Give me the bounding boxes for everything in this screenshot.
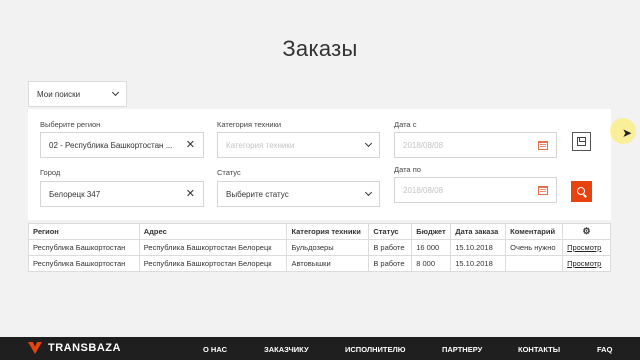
cell-region: Республика Башкортостан xyxy=(28,255,140,272)
cell-comment xyxy=(505,255,564,272)
table-row: Республика Башкортостан Республика Башко… xyxy=(28,239,611,256)
chevron-down-icon xyxy=(111,88,120,97)
table-header-row: Регион Адрес Категория техники Статус Бю… xyxy=(28,223,611,240)
status-label: Статус xyxy=(217,168,241,177)
column-header-comment: Коментарий xyxy=(505,223,564,240)
page-title: Заказы xyxy=(282,36,358,61)
clear-city-icon[interactable]: ✕ xyxy=(186,188,195,200)
category-select[interactable]: Категория техники xyxy=(217,132,380,158)
footer-nav-customer[interactable]: ЗАКАЗЧИКУ xyxy=(264,345,309,354)
cell-budget: 8 000 xyxy=(411,255,452,272)
cell-date: 15.10.2018 xyxy=(450,239,507,256)
column-header-budget: Бюджет xyxy=(411,223,452,240)
city-input[interactable]: Белорецк 347 ✕ xyxy=(40,181,204,207)
cell-region: Республика Башкортостан xyxy=(28,239,140,256)
city-value: Белорецк 347 xyxy=(49,189,101,199)
column-settings[interactable]: ⚙ xyxy=(562,223,611,240)
logo-text: TRANSBAZA xyxy=(48,342,121,354)
footer-nav-partner[interactable]: ПАРТНЕРУ xyxy=(442,345,482,354)
orders-table: Регион Адрес Категория техники Статус Бю… xyxy=(28,223,611,272)
save-icon xyxy=(577,137,586,146)
city-label: Город xyxy=(40,168,61,177)
my-searches-label: Мои поиски xyxy=(37,89,81,99)
cell-category: Автовышки xyxy=(286,255,370,272)
cell-address: Республика Башкортостан Белорецк xyxy=(138,255,288,272)
status-select[interactable]: Выберите статус xyxy=(217,181,380,207)
logo-icon xyxy=(28,342,42,354)
region-select[interactable]: 02 - Республика Башкортостан ... ✕ xyxy=(40,132,204,158)
calendar-icon[interactable] xyxy=(538,185,548,195)
footer: TRANSBAZA О НАС ЗАКАЗЧИКУ ИСПОЛНИТЕЛЮ ПА… xyxy=(0,337,640,360)
my-searches-dropdown[interactable]: Мои поиски xyxy=(28,81,127,107)
cell-date: 15.10.2018 xyxy=(450,255,507,272)
cell-action: Просмотр xyxy=(562,255,611,272)
clear-region-icon[interactable]: ✕ xyxy=(186,139,195,151)
search-button[interactable] xyxy=(571,181,592,202)
table-row: Республика Башкортостан Республика Башко… xyxy=(28,255,611,272)
footer-nav-about[interactable]: О НАС xyxy=(203,345,227,354)
cell-action: Просмотр xyxy=(562,239,611,256)
region-value: 02 - Республика Башкортостан ... xyxy=(49,140,173,150)
footer-nav-contractor[interactable]: ИСПОЛНИТЕЛЮ xyxy=(345,345,406,354)
date-from-input[interactable]: 2018/08/08 xyxy=(394,132,557,158)
gear-icon[interactable]: ⚙ xyxy=(567,226,606,237)
cell-comment: Очень нужно xyxy=(505,239,564,256)
search-icon xyxy=(576,186,585,195)
region-label: Выберите регион xyxy=(40,120,101,129)
chevron-down-icon xyxy=(364,188,373,197)
category-label: Категория техники xyxy=(217,120,282,129)
logo[interactable]: TRANSBAZA xyxy=(28,342,121,354)
footer-nav-faq[interactable]: FAQ xyxy=(597,345,612,354)
date-from-label: Дата с xyxy=(394,120,417,129)
date-to-input[interactable]: 2018/08/08 xyxy=(394,177,557,203)
cell-budget: 16 000 xyxy=(411,239,452,256)
column-header-category: Категория техники xyxy=(286,223,370,240)
status-value: Выберите статус xyxy=(226,189,289,199)
column-header-date: Дата заказа xyxy=(450,223,507,240)
column-header-status: Статус xyxy=(368,223,413,240)
date-from-placeholder: 2018/08/08 xyxy=(403,140,444,150)
category-placeholder: Категория техники xyxy=(226,140,295,150)
chevron-down-icon xyxy=(364,139,373,148)
filter-panel: Выберите регион 02 - Республика Башкорто… xyxy=(28,109,611,220)
date-to-label: Дата по xyxy=(394,165,421,174)
cell-category: Бульдозеры xyxy=(286,239,370,256)
footer-nav-contacts[interactable]: КОНТАКТЫ xyxy=(518,345,560,354)
column-header-region: Регион xyxy=(28,223,140,240)
calendar-icon[interactable] xyxy=(538,140,548,150)
cell-status: В работе xyxy=(368,239,413,256)
cell-address: Республика Башкортостан Белорецк xyxy=(138,239,288,256)
view-link[interactable]: Просмотр xyxy=(567,243,601,252)
cell-status: В работе xyxy=(368,255,413,272)
view-link[interactable]: Просмотр xyxy=(567,259,601,268)
date-to-placeholder: 2018/08/08 xyxy=(403,185,444,195)
save-search-button[interactable] xyxy=(572,132,591,151)
column-header-address: Адрес xyxy=(138,223,288,240)
cursor-icon: ➤ xyxy=(622,126,633,140)
